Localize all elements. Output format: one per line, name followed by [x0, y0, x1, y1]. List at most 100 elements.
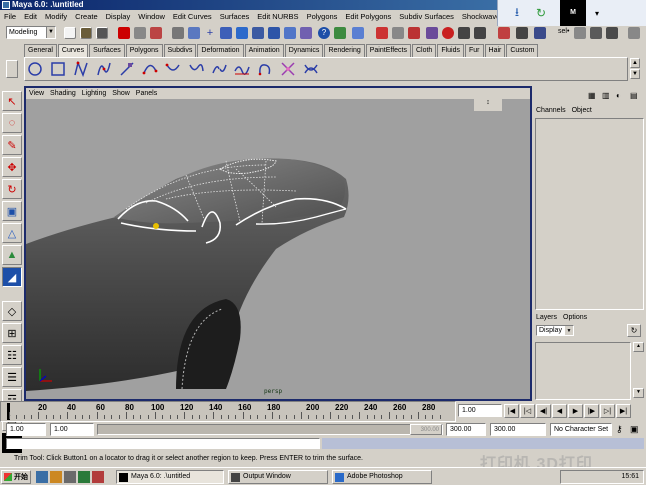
open-scene-icon[interactable] — [80, 27, 92, 39]
channel-box-icon[interactable] — [606, 27, 618, 39]
paint-select-tool-icon[interactable]: ✎ — [2, 135, 22, 155]
taskbar-item-output-window[interactable]: Output Window — [228, 470, 328, 484]
mask-handles-icon[interactable] — [172, 27, 184, 39]
layer-menu-options[interactable]: Options — [560, 314, 590, 321]
taskbar-item-maya[interactable]: Maya 6.0: .\untitled — [116, 470, 224, 484]
make-live-icon[interactable] — [408, 27, 420, 39]
quick-launch-ie-icon[interactable] — [36, 471, 48, 483]
tab-polygons[interactable]: Polygons — [125, 43, 163, 57]
window-title-bar[interactable]: Maya 6.0: .\untitled — [0, 0, 497, 10]
grid-view-icon[interactable] — [534, 27, 546, 39]
start-button[interactable]: 开始 — [1, 470, 31, 484]
menu-edit[interactable]: Edit — [20, 10, 41, 24]
mask-surfaces-icon[interactable] — [220, 27, 232, 39]
tab-deformation[interactable]: Deformation — [197, 43, 244, 57]
range-start-field[interactable]: 1.00 — [50, 423, 94, 436]
shelf-menu-button[interactable] — [6, 60, 20, 80]
select-component-icon[interactable] — [150, 27, 162, 39]
mask-joints-icon[interactable] — [188, 27, 200, 39]
cut-curves-icon[interactable] — [278, 59, 298, 79]
layer-display-select[interactable]: Display ▼ — [536, 325, 574, 336]
step-back-frame-icon[interactable]: ◀| — [536, 404, 551, 418]
vp-menu-lighting[interactable]: Lighting — [79, 88, 110, 99]
cv-curve-icon[interactable] — [71, 59, 91, 79]
scroll-track[interactable] — [633, 352, 644, 388]
current-frame-field[interactable]: 1.00 — [458, 404, 502, 417]
mask-rendering-icon[interactable] — [268, 27, 280, 39]
circle-icon[interactable] — [25, 59, 45, 79]
arc-two-point-icon[interactable] — [163, 59, 183, 79]
clapper-icon[interactable] — [516, 27, 528, 39]
download-icon[interactable]: ⭳ — [508, 4, 526, 22]
mask-all-icon[interactable] — [300, 27, 312, 39]
cb-menu-channels[interactable]: Channels — [533, 106, 569, 116]
layer-scrollbar[interactable]: ▲ ▼ — [633, 342, 644, 400]
square-icon[interactable] — [48, 59, 68, 79]
cb-menu-object[interactable]: Object — [569, 106, 595, 116]
time-slider[interactable]: 1 20 40 60 80 100 120 140 160 180 200 22… — [0, 401, 456, 422]
layer-editor-icon[interactable]: ▥ — [602, 91, 614, 103]
quick-launch-app-icon[interactable] — [78, 471, 90, 483]
attach-curves-icon[interactable] — [186, 59, 206, 79]
scale-tool-icon[interactable]: ▣ — [2, 201, 22, 221]
tab-curves[interactable]: Curves — [57, 43, 89, 57]
attribute-icon[interactable]: ◐ — [616, 91, 628, 103]
history-icon[interactable] — [426, 27, 438, 39]
menu-surfaces[interactable]: Surfaces — [216, 10, 254, 24]
range-slider[interactable] — [97, 424, 443, 435]
step-forward-key-icon[interactable]: ▷| — [600, 404, 615, 418]
tab-surfaces[interactable]: Surfaces — [89, 43, 125, 57]
arc-three-point-icon[interactable] — [140, 59, 160, 79]
save-scene-icon[interactable] — [96, 27, 108, 39]
range-end-field[interactable]: 300.00 — [446, 423, 486, 436]
select-hierarchy-icon[interactable] — [118, 27, 130, 39]
preferences-icon[interactable]: ▣ — [630, 424, 639, 435]
viewport-panel[interactable]: View Shading Lighting Show Panels persp … — [24, 86, 532, 401]
menu-edit-curves[interactable]: Edit Curves — [169, 10, 216, 24]
move-tool-icon[interactable]: ✥ — [2, 157, 22, 177]
menu-create[interactable]: Create — [71, 10, 102, 24]
select-tool-icon[interactable]: ↖ — [2, 91, 22, 111]
snap-grid-icon[interactable] — [334, 27, 346, 39]
align-curves-icon[interactable] — [232, 59, 252, 79]
snap-curve-icon[interactable] — [352, 27, 364, 39]
tab-custom[interactable]: Custom — [506, 43, 539, 57]
mode-select[interactable]: Modeling ▼ — [6, 26, 56, 39]
refresh-icon[interactable]: ↻ — [532, 4, 550, 22]
channel-box-icon[interactable]: ▦ — [588, 91, 600, 103]
help-icon[interactable]: ? — [318, 27, 330, 39]
perspective-outliner-layout-icon[interactable]: ☷ — [2, 345, 22, 365]
select-object-icon[interactable] — [134, 27, 146, 39]
tab-painteffects[interactable]: PaintEffects — [365, 43, 411, 57]
ipr-render-icon[interactable] — [458, 27, 470, 39]
rotate-tool-icon[interactable]: ↻ — [2, 179, 22, 199]
viewport-canvas[interactable]: persp ↕ — [26, 99, 530, 399]
menu-polygons[interactable]: Polygons — [303, 10, 342, 24]
menu-subdiv-surfaces[interactable]: Subdiv Surfaces — [395, 10, 458, 24]
layer-menu-layers[interactable]: Layers — [533, 314, 560, 321]
quick-launch-desktop-icon[interactable] — [64, 471, 76, 483]
menu-display[interactable]: Display — [102, 10, 135, 24]
trim-tool-icon[interactable]: ◢ — [2, 267, 22, 287]
layout-toggle-icon[interactable] — [628, 27, 640, 39]
open-close-curves-icon[interactable] — [255, 59, 275, 79]
vp-menu-show[interactable]: Show — [109, 88, 133, 99]
go-to-end-icon[interactable]: ▶| — [616, 404, 631, 418]
attribute-editor-icon[interactable] — [574, 27, 586, 39]
mask-misc-icon[interactable] — [284, 27, 296, 39]
snap-point-icon[interactable] — [376, 27, 388, 39]
step-forward-frame-icon[interactable]: |▶ — [584, 404, 599, 418]
settings-icon[interactable]: ▤ — [630, 91, 642, 103]
tool-settings-icon[interactable] — [590, 27, 602, 39]
tab-rendering[interactable]: Rendering — [324, 43, 365, 57]
mask-deformations-icon[interactable] — [236, 27, 248, 39]
end-time-field[interactable]: 300.00 — [490, 423, 546, 436]
select-by-name-icon[interactable] — [498, 27, 510, 39]
quick-launch-folder-icon[interactable] — [50, 471, 62, 483]
new-layer-icon[interactable]: ↻ — [627, 324, 641, 337]
play-forwards-icon[interactable]: ▶ — [568, 404, 583, 418]
auto-key-icon[interactable]: ⚷ — [616, 424, 623, 435]
step-back-key-icon[interactable]: |◁ — [520, 404, 535, 418]
tab-subdivs[interactable]: Subdivs — [163, 43, 197, 57]
detach-curves-icon[interactable] — [209, 59, 229, 79]
